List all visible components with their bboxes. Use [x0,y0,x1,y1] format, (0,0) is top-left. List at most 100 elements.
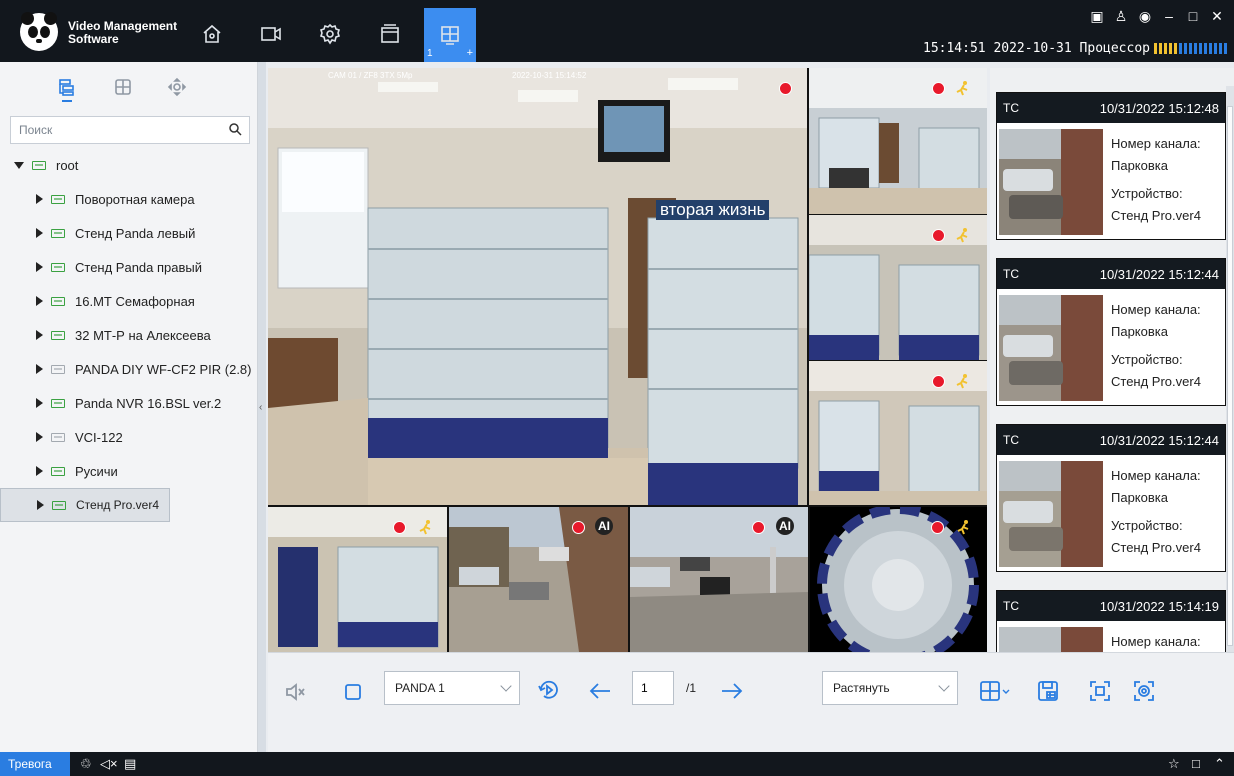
event-scrollbar[interactable] [1226,86,1234,652]
prev-page-button[interactable] [586,677,614,705]
video-tile-4[interactable] [809,361,987,505]
collapse-arrow-icon[interactable] [14,161,24,169]
channel-value: Парковка [1111,490,1168,505]
record-indicator-icon [779,82,792,95]
cycle-button[interactable] [534,675,564,705]
tree-device-item[interactable]: 16.МТ Семафорная [0,284,258,318]
event-thumbnail[interactable] [999,461,1103,567]
clear-alarm-icon[interactable]: ▤ [124,756,136,772]
nav-camera-button[interactable] [245,14,297,54]
save-layout-button[interactable] [1034,677,1062,705]
nav-playback-button[interactable] [364,14,416,54]
event-card[interactable]: TC 10/31/2022 15:12:44 Номер канала: Парков… [996,424,1226,572]
device-icon [51,398,65,408]
expand-arrow-icon[interactable] [36,364,43,374]
nav-settings-button[interactable] [304,14,356,54]
tree-device-item[interactable]: Русичи [0,454,258,488]
add-tab-button[interactable]: + [467,47,473,59]
device-icon [51,466,65,476]
sign-text: вторая жизнь [656,200,770,220]
tab-ptz[interactable] [160,72,194,102]
tree-device-item[interactable]: VCI-122 [0,420,258,454]
next-page-button[interactable] [718,677,746,705]
user-icon[interactable]: ♙ [1114,8,1128,25]
window-icon[interactable]: □ [1192,756,1200,772]
tree-device-item[interactable]: Panda NVR 16.BSL ver.2 [0,386,258,420]
device-label: PANDA DIY WF-CF2 PIR (2.8) [75,361,252,377]
tree-device-item[interactable]: Стенд Panda правый [0,250,258,284]
device-tree: root Поворотная камера Стенд Panda левый С… [0,148,258,522]
video-tile-6[interactable]: AI [449,507,628,652]
display-mode-select[interactable]: Растянуть [822,671,958,705]
expand-up-icon[interactable]: ⌃ [1214,756,1225,772]
snapshot-button[interactable] [1130,677,1158,705]
fullscreen-button[interactable] [1086,677,1114,705]
layout-select[interactable]: PANDA 1 [384,671,520,705]
page-input[interactable]: 1 [632,671,674,705]
video-tile-2[interactable] [809,68,987,214]
expand-arrow-icon[interactable] [36,296,43,306]
search-input[interactable]: Поиск [10,116,250,144]
tree-device-item[interactable]: 32 МТ-Р на Алексеева [0,318,258,352]
stop-all-button[interactable] [340,679,366,705]
event-card[interactable]: TC 10/31/2022 15:12:44 Номер канала: Парков… [996,258,1226,406]
device-label: Русичи [75,463,118,479]
message-icon[interactable]: ◉ [1138,8,1152,25]
event-info: Номер канала: [1111,631,1201,652]
minimize-button[interactable]: – [1162,8,1176,25]
alarm-button[interactable]: Тревога [0,752,70,776]
record-indicator-icon [931,521,944,534]
osd-camera-name: CAM 01 / ZF8 3TX 5Mp [328,71,413,80]
record-indicator-icon [393,521,406,534]
tree-device-item[interactable]: PANDA DIY WF-CF2 PIR (2.8) [0,352,258,386]
pin-icon[interactable]: ☆ [1168,756,1180,772]
display-mode-value: Растянуть [833,681,890,695]
nav-home-button[interactable] [186,14,238,54]
video-tile-3[interactable] [809,215,987,360]
event-thumbnail[interactable] [999,129,1103,235]
video-tile-main[interactable]: CAM 01 / ZF8 3TX 5Mp 2022-10-31 15:14:52… [268,68,807,505]
event-info: Номер канала: Парковка Устройство: Стенд Pr… [1111,299,1201,393]
arrow-right-icon [722,683,743,699]
search-icon[interactable] [228,122,242,136]
panel-collapse-handle[interactable]: ‹ [258,62,266,752]
alarm-mute-icon[interactable]: ♲ [80,756,92,772]
event-card[interactable]: TC 10/31/2022 15:14:19 Номер канала: [996,590,1226,652]
left-tabs [0,62,258,106]
expand-arrow-icon[interactable] [37,500,44,510]
mute-button[interactable] [282,679,310,705]
video-tile-5[interactable] [268,507,447,652]
event-thumbnail[interactable] [999,295,1103,401]
expand-arrow-icon[interactable] [36,432,43,442]
clock-cpu: 15:14:51 2022-10-31 Процессор [923,41,1150,56]
split-layout-button[interactable] [976,677,1014,705]
speaker-mute-icon[interactable]: ◁× [100,756,118,772]
video-tile-7[interactable]: AI [630,507,808,652]
tree-device-item[interactable]: Стенд Pro.ver4 [0,488,171,522]
channel-value: Парковка [1111,158,1168,173]
expand-arrow-icon[interactable] [36,228,43,238]
expand-arrow-icon[interactable] [36,262,43,272]
record-indicator-icon [932,229,945,242]
expand-arrow-icon[interactable] [36,330,43,340]
screen-icon[interactable]: ▣ [1090,8,1104,25]
tree-root[interactable]: root [0,148,258,182]
device-panel: Поиск root Поворотная камера Стенд Panda … [0,62,258,752]
motion-detection-icon [956,228,968,243]
tab-layout[interactable] [106,72,140,102]
expand-arrow-icon[interactable] [36,194,43,204]
event-time: 10/31/2022 15:12:44 [1099,266,1219,282]
expand-arrow-icon[interactable] [36,398,43,408]
event-card[interactable]: TC 10/31/2022 15:12:48 Номер канала: Парков… [996,92,1226,240]
expand-arrow-icon[interactable] [36,466,43,476]
tab-device-list[interactable] [50,72,84,102]
tree-device-item[interactable]: Стенд Panda левый [0,216,258,250]
event-info: Номер канала: Парковка Устройство: Стенд Pr… [1111,133,1201,227]
video-tile-8[interactable] [810,507,987,652]
close-button[interactable]: ✕ [1210,8,1224,25]
event-thumbnail[interactable] [999,627,1103,652]
nav-live-view-button[interactable]: 1 + [424,8,476,62]
device-value: Стенд Pro.ver4 [1111,374,1201,389]
maximize-button[interactable]: □ [1186,8,1200,25]
tree-device-item[interactable]: Поворотная камера [0,182,258,216]
